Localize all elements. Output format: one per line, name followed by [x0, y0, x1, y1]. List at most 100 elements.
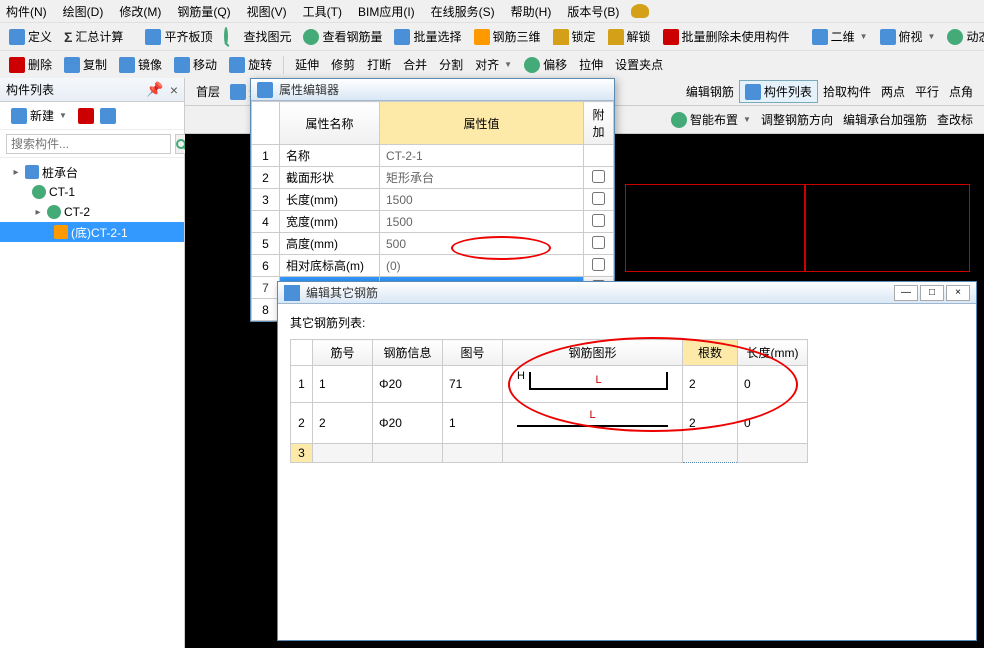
pick-button[interactable]: 拾取构件 — [818, 81, 876, 102]
split-button[interactable]: 分割 — [434, 54, 468, 75]
menu-modify[interactable]: 修改(M) — [115, 1, 165, 22]
pval[interactable]: CT-2-1 — [380, 145, 584, 167]
parallel-button[interactable]: 平行 — [910, 81, 944, 102]
pin-icon[interactable]: 📌 — [146, 81, 163, 98]
pval[interactable]: 矩形承台 — [380, 167, 584, 189]
corner-button[interactable]: 点角 — [944, 81, 978, 102]
close-icon[interactable]: × — [170, 82, 178, 98]
adjust-rebar-button[interactable]: 调整钢筋方向 — [756, 109, 838, 130]
rebar-row-empty[interactable]: 3 — [291, 444, 808, 463]
edit-rebar-button[interactable]: 编辑钢筋 — [681, 81, 739, 102]
cell-jh[interactable]: 2 — [313, 403, 373, 444]
menu-online[interactable]: 在线服务(S) — [427, 1, 499, 22]
cell-count[interactable]: 2 — [683, 403, 738, 444]
define-button[interactable]: 定义 — [4, 26, 57, 47]
cell-len[interactable]: 0 — [738, 403, 808, 444]
copy-button[interactable]: 复制 — [59, 54, 112, 75]
mirror-button[interactable]: 镜像 — [114, 54, 167, 75]
batch-select-button[interactable]: 批量选择 — [389, 26, 466, 47]
pval[interactable]: 1500 — [380, 211, 584, 233]
view-rebar-button[interactable]: 查看钢筋量 — [298, 26, 387, 47]
component-list-button[interactable]: 构件列表 — [739, 80, 818, 103]
cell-info[interactable] — [373, 444, 443, 463]
pchk[interactable] — [584, 233, 614, 255]
pchk[interactable] — [584, 211, 614, 233]
cell-len[interactable] — [738, 444, 808, 463]
cell-jh[interactable]: 1 — [313, 366, 373, 403]
prop-row[interactable]: 2截面形状矩形承台 — [252, 167, 614, 189]
cell-shape[interactable]: HL — [503, 366, 683, 403]
pval[interactable]: 500 — [380, 233, 584, 255]
corner-button[interactable]: 设置夹点 — [610, 54, 668, 75]
align-button[interactable]: 对齐▼ — [470, 54, 517, 75]
rebar-3d-button[interactable]: 钢筋三维 — [469, 26, 546, 47]
pchk[interactable] — [584, 189, 614, 211]
cell-count[interactable]: 2 — [683, 366, 738, 403]
flush-top-button[interactable]: 平齐板顶 — [140, 26, 217, 47]
rotate-button[interactable]: 旋转 — [224, 54, 277, 75]
cell-info[interactable]: Φ20 — [373, 403, 443, 444]
tree-node-ct1[interactable]: CT-1 — [0, 182, 184, 202]
find-element-button[interactable]: 查找图元 — [219, 26, 296, 47]
view2d-button[interactable]: 二维▼ — [807, 26, 873, 47]
pval[interactable]: (0) — [380, 255, 584, 277]
prop-row[interactable]: 1名称CT-2-1 — [252, 145, 614, 167]
cell-th[interactable]: 71 — [443, 366, 503, 403]
prop-row[interactable]: 6相对底标高(m)(0) — [252, 255, 614, 277]
tree-node-ct2[interactable]: ▸CT-2 — [0, 202, 184, 222]
cell-th[interactable] — [443, 444, 503, 463]
menu-draw[interactable]: 绘图(D) — [59, 1, 108, 22]
menu-view[interactable]: 视图(V) — [243, 1, 291, 22]
smart-layout-button[interactable]: 智能布置▼ — [666, 109, 756, 130]
new-button[interactable]: 新建▼ — [6, 105, 72, 126]
rebar-row[interactable]: 2 2 Φ20 1 L 2 0 — [291, 403, 808, 444]
delete-button[interactable]: 删除 — [4, 54, 57, 75]
tree-node-ct21[interactable]: (底)CT-2-1 — [0, 222, 184, 242]
trim-button[interactable]: 修剪 — [326, 54, 360, 75]
property-editor-title[interactable]: 属性编辑器 — [251, 79, 614, 101]
pchk[interactable] — [584, 255, 614, 277]
filter-icon[interactable] — [100, 108, 116, 124]
orbit-button[interactable]: 动态观察 — [942, 26, 984, 47]
minimize-button[interactable]: — — [894, 285, 918, 301]
menu-bim[interactable]: BIM应用(I) — [354, 1, 419, 22]
menu-tools[interactable]: 工具(T) — [299, 1, 346, 22]
cell-shape[interactable] — [503, 444, 683, 463]
pchk[interactable] — [584, 167, 614, 189]
cell-th[interactable]: 1 — [443, 403, 503, 444]
delete-icon[interactable] — [78, 108, 94, 124]
floor-selector[interactable]: 首层 — [191, 81, 225, 102]
menu-help[interactable]: 帮助(H) — [507, 1, 556, 22]
extend-button[interactable]: 延伸 — [290, 54, 324, 75]
tree-node-root[interactable]: ▸桩承台 — [0, 162, 184, 182]
cell-len[interactable]: 0 — [738, 366, 808, 403]
menu-component[interactable]: 构件(N) — [2, 1, 51, 22]
cell-count-selected[interactable] — [683, 444, 738, 463]
top-view-button[interactable]: 俯视▼ — [875, 26, 941, 47]
collapse-icon[interactable]: ▸ — [32, 207, 44, 218]
prop-row[interactable]: 4宽度(mm)1500 — [252, 211, 614, 233]
move-button[interactable]: 移动 — [169, 54, 222, 75]
batch-delete-button[interactable]: 批量删除未使用构件 — [658, 26, 795, 47]
lock-button[interactable]: 锁定 — [548, 26, 601, 47]
maximize-button[interactable]: □ — [920, 285, 944, 301]
merge-button[interactable]: 合并 — [398, 54, 432, 75]
break-button[interactable]: 打断 — [362, 54, 396, 75]
rebar-window-title[interactable]: 编辑其它钢筋 — □ × — [278, 282, 976, 304]
rebar-row[interactable]: 1 1 Φ20 71 HL 2 0 — [291, 366, 808, 403]
sum-button[interactable]: Σ汇总计算 — [59, 26, 128, 47]
offset-button[interactable]: 偏移 — [519, 54, 572, 75]
prop-row[interactable]: 5高度(mm)500 — [252, 233, 614, 255]
edit-reinforce-button[interactable]: 编辑承台加强筋 — [838, 109, 932, 130]
pval[interactable]: 1500 — [380, 189, 584, 211]
twopoint-button[interactable]: 两点 — [876, 81, 910, 102]
close-button[interactable]: × — [946, 285, 970, 301]
cell-shape[interactable]: L — [503, 403, 683, 444]
cell-info[interactable]: Φ20 — [373, 366, 443, 403]
stretch-button[interactable]: 拉伸 — [574, 54, 608, 75]
collapse-icon[interactable]: ▸ — [10, 167, 22, 178]
search-input[interactable] — [6, 134, 171, 154]
check-label-における[interactable]: 查改标 — [932, 109, 978, 130]
menu-rebar[interactable]: 钢筋量(Q) — [173, 1, 234, 22]
cell-jh[interactable] — [313, 444, 373, 463]
